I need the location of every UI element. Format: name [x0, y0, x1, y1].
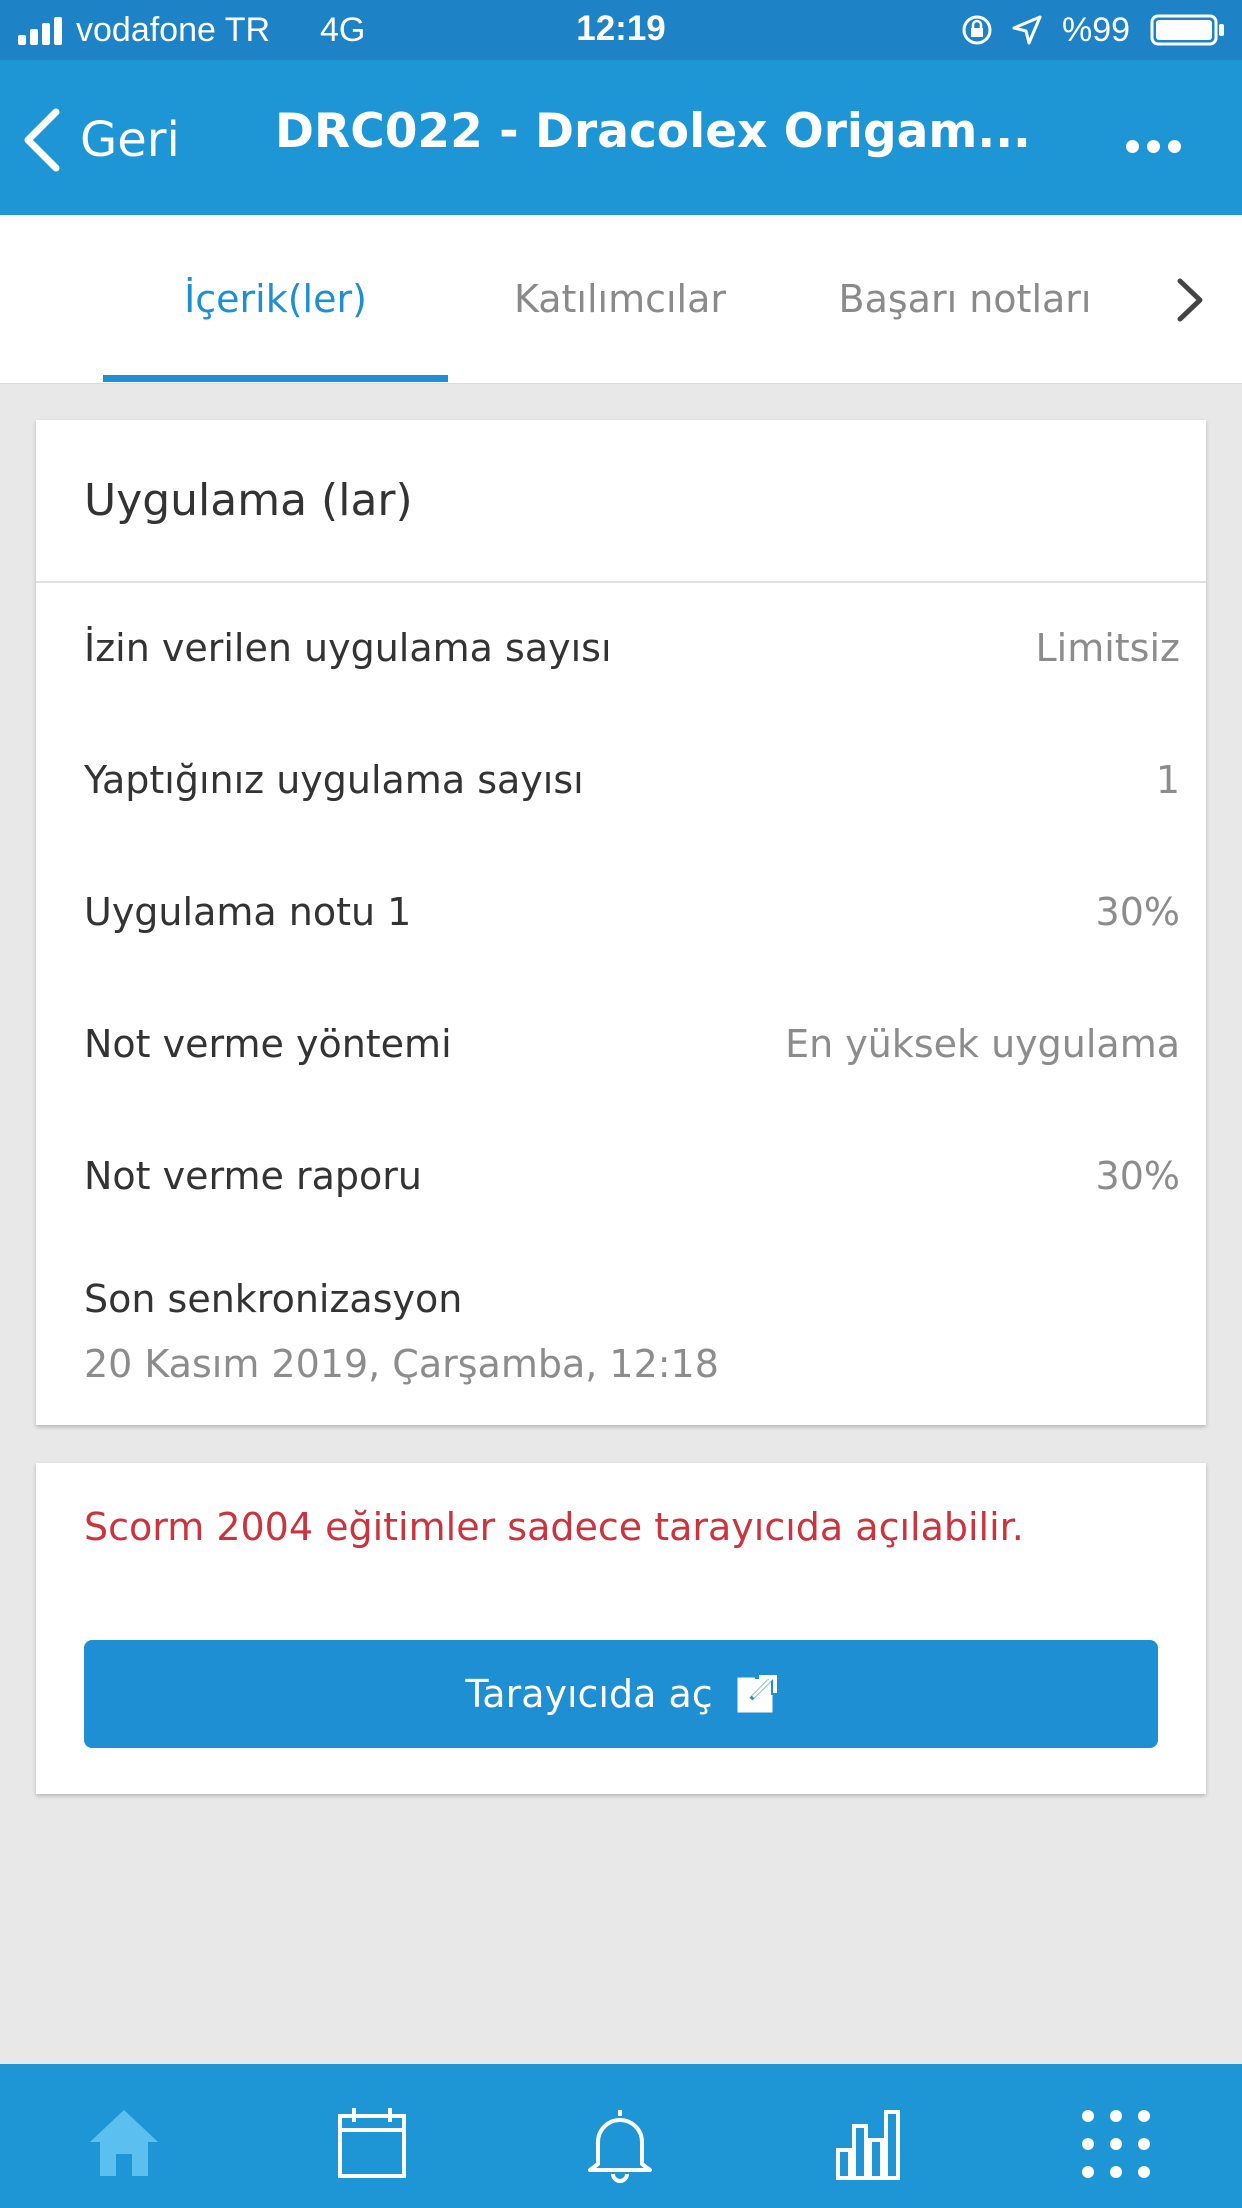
- row-label: Yaptığınız uygulama sayısı: [84, 758, 584, 802]
- more-icon[interactable]: [1118, 130, 1188, 160]
- scorm-warning: Scorm 2004 eğitimler sadece tarayıcıda a…: [84, 1505, 1024, 1549]
- tab-grades[interactable]: Başarı notları: [800, 215, 1130, 383]
- button-label: Tarayıcıda aç: [465, 1672, 713, 1716]
- tab-participants[interactable]: Katılımcılar: [480, 215, 760, 383]
- battery-icon: [1150, 14, 1224, 46]
- card-title: Uygulama (lar): [84, 475, 413, 526]
- clock: 12:19: [576, 9, 666, 48]
- row-value: Limitsiz: [1035, 626, 1180, 670]
- row-label: Not verme yöntemi: [84, 1022, 452, 1066]
- status-bar: vodafone TR 4G 12:19 %99: [0, 0, 1242, 60]
- apps-grid-icon[interactable]: [1076, 2104, 1156, 2184]
- grade-report-row: Not verme raporu 30%: [84, 1154, 1180, 1214]
- allowed-attempts-row: İzin verilen uygulama sayısı Limitsiz: [84, 626, 1180, 686]
- row-label: Not verme raporu: [84, 1154, 422, 1198]
- bar-chart-icon[interactable]: [828, 2104, 908, 2184]
- bottom-tab-bar: [0, 2064, 1242, 2208]
- open-in-browser-button[interactable]: Tarayıcıda aç: [84, 1640, 1158, 1748]
- chevron-left-icon: [24, 108, 60, 172]
- calendar-icon[interactable]: [332, 2104, 412, 2184]
- home-icon[interactable]: [84, 2104, 164, 2184]
- browser-card: Scorm 2004 eğitimler sadece tarayıcıda a…: [36, 1463, 1206, 1794]
- chevron-right-icon[interactable]: [1170, 273, 1210, 327]
- battery-percent: %99: [1062, 11, 1131, 49]
- location-icon: [1012, 15, 1042, 45]
- row-value: 30%: [1095, 1154, 1180, 1198]
- back-button[interactable]: Geri: [22, 100, 180, 180]
- attempts-card: Uygulama (lar) İzin verilen uygulama say…: [36, 420, 1206, 1425]
- row-value: 30%: [1095, 890, 1180, 934]
- attempts-made-row: Yaptığınız uygulama sayısı 1: [84, 758, 1180, 818]
- tab-bar: İçerik(ler) Katılımcılar Başarı notları: [0, 215, 1242, 384]
- tab-contents[interactable]: İçerik(ler): [103, 215, 448, 383]
- row-label: Uygulama notu 1: [84, 890, 412, 934]
- back-label: Geri: [80, 112, 180, 168]
- row-label: İzin verilen uygulama sayısı: [84, 626, 612, 670]
- row-value: 1: [1155, 758, 1180, 802]
- active-tab-indicator: [103, 375, 448, 382]
- bell-icon[interactable]: [580, 2104, 660, 2184]
- row-value: En yüksek uygulama: [785, 1022, 1180, 1066]
- orientation-lock-icon: [962, 15, 992, 45]
- attempt-grade-row: Uygulama notu 1 30%: [84, 890, 1180, 950]
- external-link-icon: [737, 1675, 777, 1713]
- navigation-bar: Geri DRC022 - Dracolex Origam...: [0, 60, 1242, 215]
- grading-method-row: Not verme yöntemi En yüksek uygulama: [84, 1022, 1180, 1082]
- divider: [36, 581, 1206, 583]
- last-sync-value: 20 Kasım 2019, Çarşamba, 12:18: [84, 1342, 719, 1386]
- page-title: DRC022 - Dracolex Origam...: [275, 104, 1031, 159]
- last-sync-label: Son senkronizasyon: [84, 1277, 463, 1321]
